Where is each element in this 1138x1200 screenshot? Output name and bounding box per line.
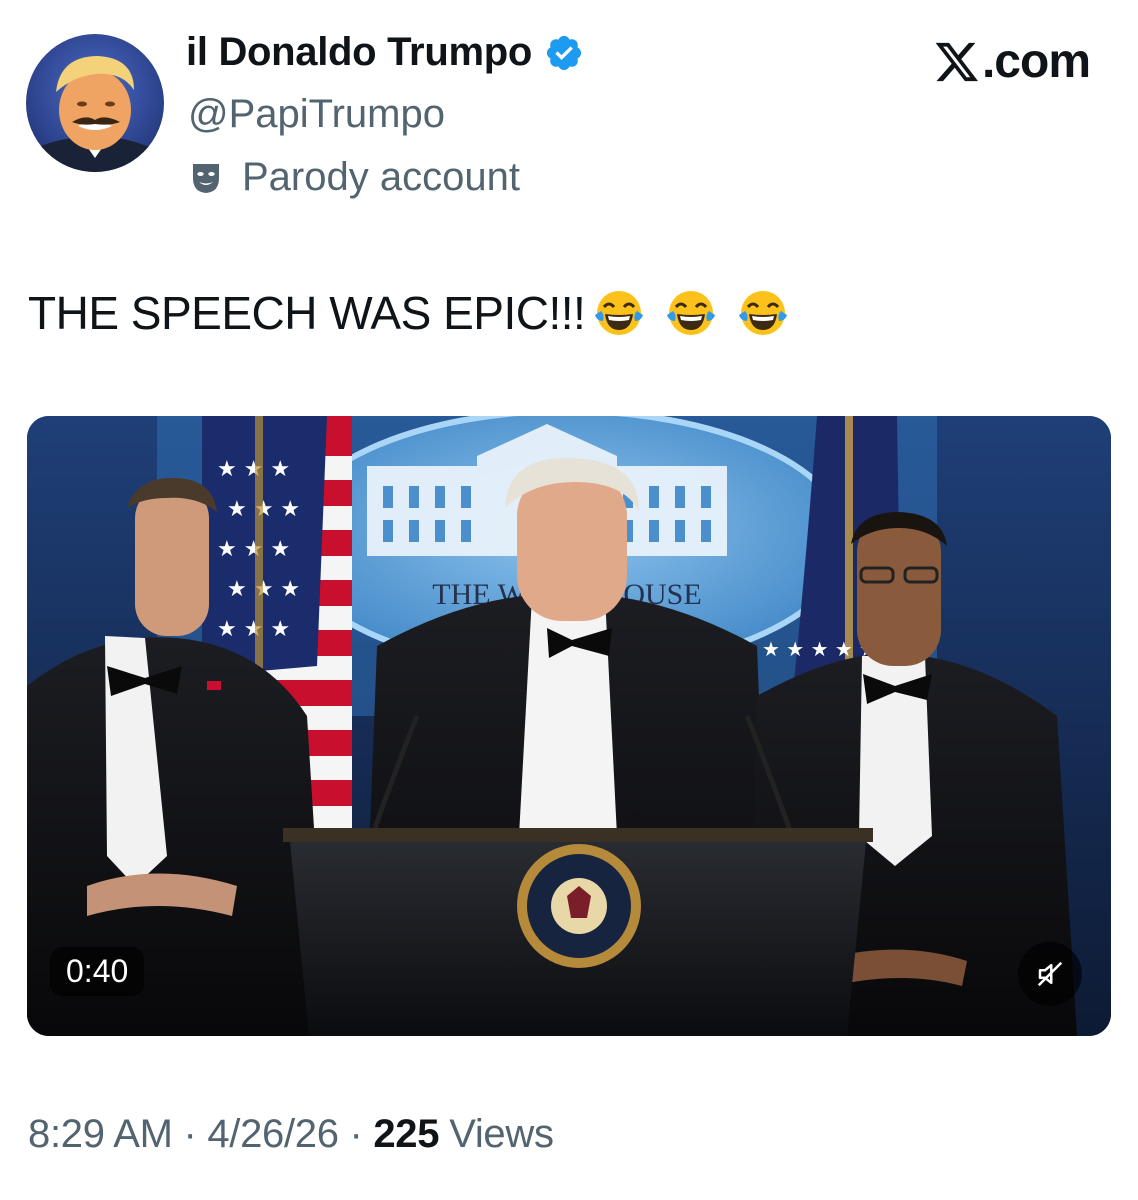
svg-text:★ ★ ★: ★ ★ ★ xyxy=(217,617,290,642)
theater-mask-icon xyxy=(193,163,219,193)
tears-of-joy-emoji-icon xyxy=(667,291,716,335)
display-name[interactable]: il Donaldo Trumpo xyxy=(186,30,532,75)
video-duration: 0:40 xyxy=(50,947,145,996)
verified-badge-icon[interactable] xyxy=(544,33,584,73)
tweet-body: THE SPEECH WAS EPIC!!! xyxy=(28,287,586,339)
tears-of-joy-emoji-icon xyxy=(595,291,644,335)
x-com-logo: .com xyxy=(934,34,1091,89)
post-date[interactable]: 4/26/26 xyxy=(207,1112,339,1157)
user-handle[interactable]: @PapiTrumpo xyxy=(188,92,445,137)
tears-of-joy-emoji-icon xyxy=(739,291,788,335)
svg-text:★ ★ ★: ★ ★ ★ xyxy=(217,457,290,482)
svg-text:★ ★ ★: ★ ★ ★ xyxy=(217,537,290,562)
post-metadata: 8:29 AM · 4/26/26 · 225 Views xyxy=(28,1112,554,1157)
views-label: Views xyxy=(449,1112,554,1156)
avatar[interactable] xyxy=(26,34,164,172)
x-logo-icon xyxy=(935,42,978,81)
svg-text:★ ★ ★: ★ ★ ★ xyxy=(227,497,300,522)
views-count: 225 xyxy=(373,1112,440,1156)
parody-account-label: Parody account xyxy=(242,155,520,199)
meta-separator: · xyxy=(338,1112,374,1156)
parody-label-row: Parody account xyxy=(190,155,520,200)
tweet-text: THE SPEECH WAS EPIC!!! xyxy=(28,285,791,341)
video-player[interactable]: THE WHITE HOUSE ★ ★ ★ ★ ★ ★ ★ ★ ★ ★ ★ ★ … xyxy=(27,416,1111,1036)
post-time[interactable]: 8:29 AM xyxy=(28,1112,173,1157)
muted-speaker-icon xyxy=(1037,961,1063,987)
x-domain-text: .com xyxy=(981,35,1091,88)
mute-button[interactable] xyxy=(1018,942,1082,1006)
meta-separator: · xyxy=(172,1112,208,1156)
svg-text:★ ★ ★: ★ ★ ★ xyxy=(227,577,300,602)
